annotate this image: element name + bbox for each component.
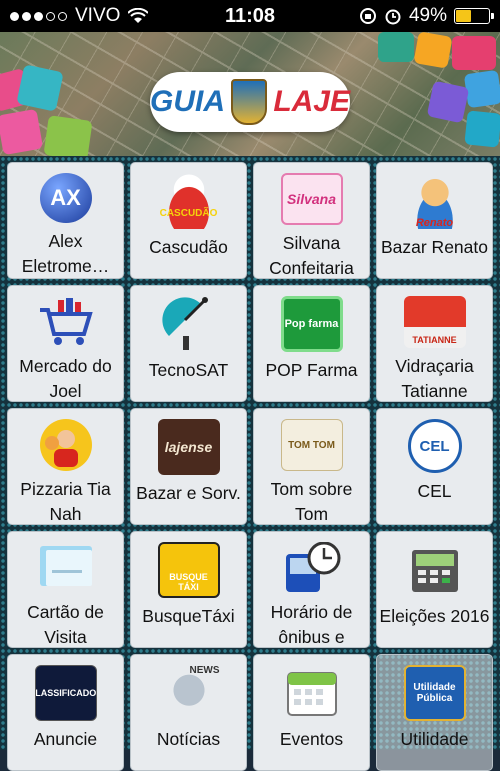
taxi-icon: BUSQUE TÁXI [157,542,220,598]
bus-clock-icon [281,542,343,594]
alarm-icon [385,9,401,25]
grid-item-vidracaria-tatianne[interactable]: TATIANNE Vidraçaria Tatianne [376,285,493,402]
tablet-icon [43,115,93,156]
grid-item-label: Alex Eletrome… [21,231,110,277]
ballot-box-icon [404,542,466,598]
grid-item-label: Bazar e Sorv. [136,483,241,503]
shopping-cart-icon [35,296,97,348]
grid-item-eleicoes-2016[interactable]: Eleições 2016 [376,531,493,648]
mascot-logo-icon: Renato [403,173,466,229]
grid-item-label: Anuncie [33,729,98,749]
grid-item-bazar-e-sorveteria[interactable]: lajense Bazar e Sorv. [130,408,247,525]
cel-school-logo-icon: CEL [407,419,462,473]
clock-time: 11:08 [224,4,276,27]
grid-item-cel[interactable]: CEL CEL [376,408,493,525]
bazar-sign-icon: lajense [157,419,220,475]
phone-tile-icon [413,32,453,69]
satellite-dish-icon [158,296,220,352]
grid-item-label: Pizzaria Tia Nah [20,479,111,524]
grid-item-pizzaria-tia-nah[interactable]: Pizzaria Tia Nah [7,408,124,525]
guia-laje-logo: GUIA LAJE [150,72,350,132]
grid-item-horario-de-onibus[interactable]: Horário de ônibus e [253,531,370,648]
header-banner: GUIA LAJE [0,32,500,156]
grid-item-label: Vidraçaria Tatianne [395,356,474,401]
gift-icon [452,36,496,70]
calendar-icon [281,665,343,721]
pizza-chef-icon [35,419,97,472]
app-tile-decoration [463,69,500,109]
battery-percent: 49% [408,5,447,26]
glass-shop-logo-icon: TATIANNE [403,296,466,349]
grid-item-tom-sobre-tom[interactable]: TOM TOM Tom sobre Tom [253,408,370,525]
grid-item-label: Silvana Confeitaria [269,233,354,278]
city-crest-icon [231,79,268,125]
grid-item-eventos[interactable]: Eventos [253,654,370,771]
wifi-icon [128,8,149,23]
classificados-icon: CLASSIFICADOS [34,665,97,721]
grid-item-label: Eventos [279,729,344,749]
grid-item-tecnosat[interactable]: TecnoSAT [130,285,247,402]
grid-item-label: Horário de ônibus e [270,602,353,647]
shoe-icon [0,108,44,156]
business-card-icon [35,542,97,594]
pharmacy-logo-icon: Pop farma [280,296,343,352]
carrier-name: VIVO [75,5,121,26]
grid-item-cascudao[interactable]: CASCUDÃO Cascudão [130,162,247,279]
wifi-tile-icon [378,32,414,62]
grid-item-cartao-de-visita[interactable]: Cartão de Visita [7,531,124,648]
headphones-icon [426,80,470,124]
battery-icon [454,8,494,24]
grid-item-noticias[interactable]: NEWS Notícias [130,654,247,771]
grid-item-busquetaxi[interactable]: BUSQUE TÁXI BusqueTáxi [130,531,247,648]
grid-item-label: TecnoSAT [148,360,229,380]
grid-item-label: Notícias [156,729,221,749]
grid-item-label: POP Farma [265,360,358,380]
grid-item-silvana-confeitaria[interactable]: Silvana Silvana Confeitaria [253,162,370,279]
status-bar: VIVO 11:08 49% [0,0,500,32]
grid-item-label: Eleições 2016 [379,606,490,626]
grid-item-label: Tom sobre Tom [270,479,353,524]
grid-item-label: BusqueTáxi [142,606,235,626]
signal-strength-icon [10,11,67,21]
grid-item-label: Bazar Renato [380,237,488,257]
tv-icon [464,110,500,148]
gamepad-icon [16,64,64,112]
grid-item-bazar-renato[interactable]: Renato Bazar Renato [376,162,493,279]
directory-grid: AX Alex Eletrome… CASCUDÃO Cascudão Silv… [0,156,500,771]
logo-text-guia: GUIA [150,85,225,118]
grid-item-label: Cascudão [149,237,228,257]
grid-item-utilidade-publica[interactable]: Utilidade Pública Utilidade [376,654,493,771]
grid-item-mercado-do-joel[interactable]: Mercado do Joel [7,285,124,402]
ax-logo-icon: AX [39,173,92,224]
grid-item-pop-farma[interactable]: Pop farma POP Farma [253,285,370,402]
newspaper-icon: NEWS [157,665,220,721]
grid-item-anuncie[interactable]: CLASSIFICADOS Anuncie [7,654,124,771]
tom-sobre-tom-logo-icon: TOM TOM [280,419,343,472]
grid-item-label: CEL [417,481,452,501]
grid-item-alex-eletromoveis[interactable]: AX Alex Eletrome… [7,162,124,279]
cake-logo-icon: Silvana [280,173,343,226]
utilidade-publica-icon: Utilidade Pública [403,665,466,721]
rotation-lock-icon [359,8,376,24]
grid-item-label: Cartão de Visita [27,602,104,647]
logo-text-laje: LAJE [273,85,350,118]
grid-item-label: Mercado do Joel [19,356,112,401]
grid-item-label: Utilidade [400,729,469,749]
chef-logo-icon: CASCUDÃO [157,173,220,229]
